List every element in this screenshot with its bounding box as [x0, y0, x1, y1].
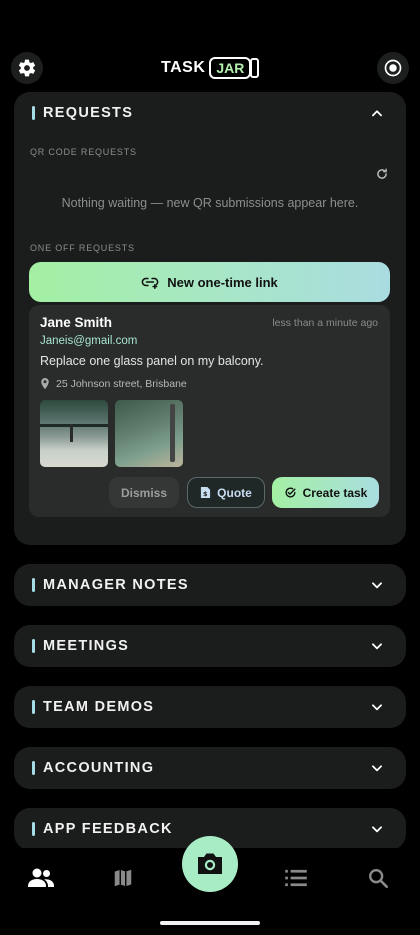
section-accounting[interactable]: ACCOUNTING [14, 747, 406, 789]
home-indicator[interactable] [160, 921, 260, 925]
quote-label: Quote [217, 485, 252, 500]
photo-post [70, 424, 73, 442]
request-item: Jane Smith less than a minute ago Janeis… [29, 305, 390, 517]
add-link-icon [141, 277, 159, 289]
quote-doc-icon: $ [201, 487, 211, 498]
map-icon [114, 869, 132, 887]
chevron-down-icon[interactable] [370, 761, 384, 775]
section-title: TEAM DEMOS [43, 699, 155, 715]
request-address: 25 Johnson street, Brisbane [40, 378, 187, 390]
app-logo: TASK JAR [161, 57, 260, 79]
nav-team[interactable] [21, 858, 61, 898]
dismiss-button[interactable]: Dismiss [109, 477, 179, 508]
section-manager-notes[interactable]: MANAGER NOTES [14, 564, 406, 606]
section-accent-bar [32, 578, 35, 592]
address-text: 25 Johnson street, Brisbane [56, 378, 187, 390]
section-accent-bar [32, 700, 35, 714]
list-icon [285, 869, 307, 887]
section-title: APP FEEDBACK [43, 821, 173, 837]
qr-requests-label: QR CODE REQUESTS [30, 147, 137, 157]
nav-map[interactable] [103, 858, 143, 898]
nav-search[interactable] [358, 858, 398, 898]
requester-name: Jane Smith [40, 315, 113, 330]
logo-jar-lid [250, 58, 260, 78]
chevron-up-icon[interactable] [370, 106, 384, 120]
section-meetings[interactable]: MEETINGS [14, 625, 406, 667]
section-accent-bar [32, 761, 35, 775]
top-bar: TASK JAR [0, 50, 420, 86]
create-task-label: Create task [302, 485, 368, 500]
photo-rail [40, 424, 108, 427]
location-pin-icon [41, 378, 49, 390]
record-icon [384, 59, 402, 77]
bottom-nav [0, 836, 420, 935]
chevron-down-icon[interactable] [370, 700, 384, 714]
section-accent-bar [32, 822, 35, 836]
gear-icon [18, 59, 36, 77]
chevron-down-icon[interactable] [370, 578, 384, 592]
request-photo[interactable] [40, 400, 108, 467]
section-accent-bar [32, 639, 35, 653]
svg-text:$: $ [203, 490, 208, 498]
section-team-demos[interactable]: TEAM DEMOS [14, 686, 406, 728]
qr-empty-message: Nothing waiting — new QR submissions app… [61, 196, 359, 210]
new-link-label: New one-time link [167, 274, 278, 290]
photo-frame [170, 404, 175, 462]
quote-button[interactable]: $ Quote [187, 477, 265, 508]
task-check-icon [285, 487, 296, 498]
request-description: Replace one glass panel on my balcony. [40, 354, 264, 368]
search-icon [369, 869, 388, 888]
section-title: MANAGER NOTES [43, 577, 189, 593]
create-task-button[interactable]: Create task [272, 477, 379, 508]
section-accent-bar [32, 106, 35, 120]
camera-icon [198, 853, 222, 874]
section-title: ACCOUNTING [43, 760, 155, 776]
requester-email[interactable]: Janeis@gmail.com [40, 335, 137, 347]
request-time: less than a minute ago [272, 317, 378, 329]
request-photo[interactable] [115, 400, 183, 467]
requests-card: REQUESTS QR CODE REQUESTS Nothing waitin… [14, 92, 406, 545]
one-off-requests-label: ONE OFF REQUESTS [30, 243, 135, 253]
requests-title: REQUESTS [43, 105, 134, 121]
section-title: MEETINGS [43, 638, 130, 654]
logo-jar: JAR [209, 57, 252, 79]
new-one-time-link-button[interactable]: New one-time link [29, 262, 390, 302]
record-button[interactable] [377, 52, 409, 84]
logo-task: TASK [161, 59, 206, 76]
requests-header[interactable]: REQUESTS [14, 92, 406, 134]
camera-button[interactable] [182, 836, 238, 892]
settings-button[interactable] [11, 52, 43, 84]
chevron-down-icon[interactable] [370, 639, 384, 653]
team-icon [28, 868, 54, 887]
chevron-down-icon[interactable] [370, 822, 384, 836]
nav-list[interactable] [276, 858, 316, 898]
refresh-icon[interactable] [375, 167, 389, 181]
